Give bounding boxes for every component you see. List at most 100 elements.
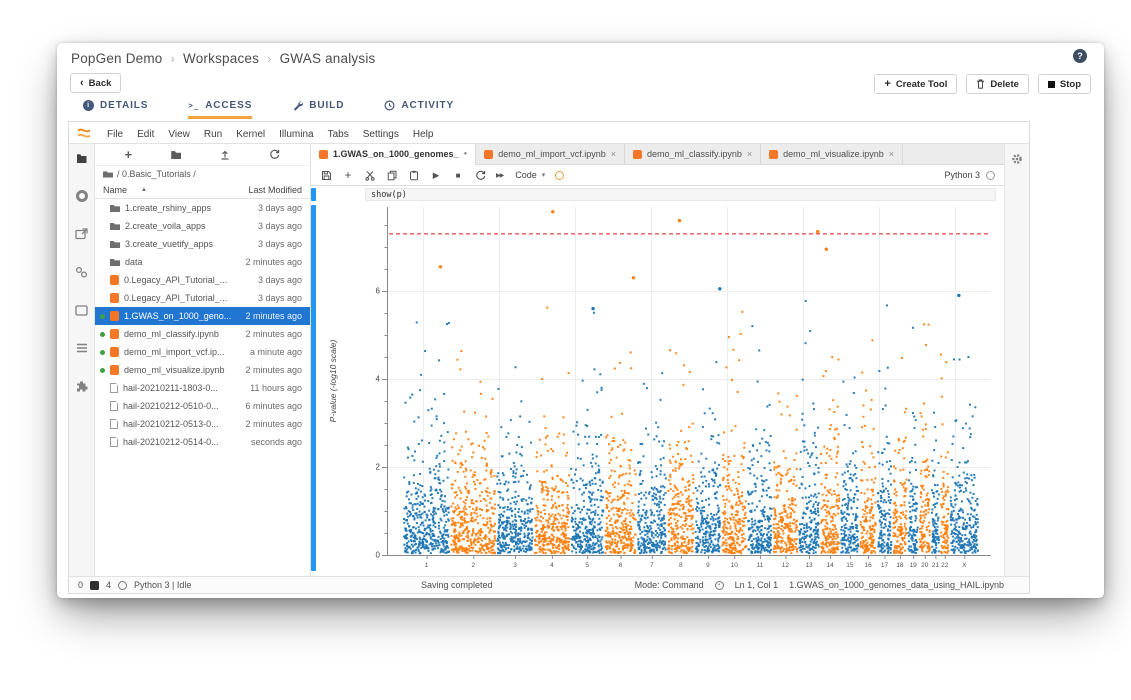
- refresh-icon[interactable]: [269, 149, 280, 160]
- file-name: demo_ml_classify.ipynb: [124, 329, 240, 339]
- notebook-icon: [110, 311, 119, 321]
- menu-item-edit[interactable]: Edit: [130, 129, 161, 140]
- cut-cells-icon[interactable]: [364, 169, 376, 181]
- breadcrumb-item[interactable]: PopGen Demo: [71, 51, 163, 66]
- manhattan-plot[interactable]: [323, 203, 999, 576]
- menu-item-illumina[interactable]: Illumina: [272, 129, 320, 140]
- interrupt-kernel-icon[interactable]: ■: [452, 169, 464, 181]
- running-kernels-icon[interactable]: [74, 188, 90, 204]
- kernel-count[interactable]: 4: [106, 580, 111, 590]
- back-button[interactable]: ‹ Back: [70, 73, 121, 93]
- menu-item-settings[interactable]: Settings: [356, 129, 406, 140]
- column-modified[interactable]: Last Modified: [248, 185, 302, 195]
- file-row[interactable]: demo_ml_visualize.ipynb2 minutes ago: [95, 361, 310, 379]
- new-folder-icon[interactable]: [171, 150, 181, 159]
- file-list: 1.create_rshiny_apps3 days ago2.create_v…: [95, 199, 310, 576]
- add-cell-icon[interactable]: +: [342, 169, 354, 181]
- running-dot-placeholder: [100, 440, 105, 445]
- menu-item-help[interactable]: Help: [406, 129, 441, 140]
- stop-square-icon: [1048, 81, 1055, 88]
- close-icon[interactable]: ×: [611, 149, 616, 159]
- status-left: 0 4 Python 3 | Idle: [69, 580, 191, 590]
- code-cell-input[interactable]: show(p): [365, 188, 996, 201]
- saving-status: Saving completed: [421, 580, 493, 590]
- kernel-circle-icon: [118, 581, 127, 590]
- file-browser-icon[interactable]: [74, 150, 90, 166]
- create-tool-button[interactable]: + Create Tool: [874, 74, 957, 94]
- menu-item-run[interactable]: Run: [197, 129, 229, 140]
- file-modified: a minute ago: [250, 347, 302, 357]
- column-name[interactable]: Name ▲: [103, 185, 147, 195]
- file-row[interactable]: hail-20210211-1803-0...11 hours ago: [95, 379, 310, 397]
- menu-item-view[interactable]: View: [161, 129, 197, 140]
- file-row[interactable]: hail-20210212-0514-0...seconds ago: [95, 433, 310, 451]
- file-row[interactable]: 1.create_rshiny_apps3 days ago: [95, 199, 310, 217]
- save-icon[interactable]: [320, 169, 332, 181]
- active-filename: 1.GWAS_on_1000_genomes_data_using_HAIL.i…: [789, 580, 1004, 590]
- copy-cells-icon[interactable]: [386, 169, 398, 181]
- file-browser-breadcrumb[interactable]: / 0.Basic_Tutorials /: [95, 166, 310, 182]
- mode-indicator[interactable]: Mode: Command: [635, 580, 704, 590]
- file-name: 2.create_voila_apps: [125, 221, 253, 231]
- file-row[interactable]: 2.create_voila_apps3 days ago: [95, 217, 310, 235]
- file-row[interactable]: 1.GWAS_on_1000_geno...2 minutes ago: [95, 307, 310, 325]
- paste-cells-icon[interactable]: [408, 169, 420, 181]
- file-row[interactable]: 0.Legacy_API_Tutorial_...3 days ago: [95, 289, 310, 307]
- selected-cell-bar[interactable]: [311, 188, 316, 201]
- file-modified: 3 days ago: [258, 203, 302, 213]
- cell-type-dropdown[interactable]: Code ▾: [515, 170, 545, 180]
- kernel-status-icon: [986, 171, 995, 180]
- table-of-contents-icon[interactable]: [74, 340, 90, 356]
- breadcrumb-item[interactable]: Workspaces: [183, 51, 259, 66]
- menu-item-file[interactable]: File: [100, 129, 130, 140]
- restart-kernel-icon[interactable]: [474, 169, 486, 181]
- terminal-count[interactable]: 0: [78, 580, 83, 590]
- running-dot-placeholder: [100, 224, 105, 229]
- notebook-tab[interactable]: demo_ml_visualize.ipynb×: [761, 144, 903, 164]
- gear-icon[interactable]: [1009, 151, 1025, 167]
- tab-build[interactable]: BUILD: [292, 100, 344, 119]
- chevron-down-icon: ▾: [542, 171, 546, 179]
- kernel-name[interactable]: Python 3: [944, 170, 980, 180]
- run-all-icon[interactable]: ▶▶: [496, 169, 503, 181]
- property-inspector-icon[interactable]: [74, 264, 90, 280]
- file-name: hail-20210211-1803-0...: [123, 383, 245, 393]
- file-row[interactable]: 3.create_vuetify_apps3 days ago: [95, 235, 310, 253]
- tab-details[interactable]: i DETAILS: [83, 100, 148, 119]
- kernel-status-text[interactable]: Python 3 | Idle: [134, 580, 191, 590]
- extension-manager-icon[interactable]: [74, 378, 90, 394]
- file-row[interactable]: demo_ml_import_vcf.ip...a minute ago: [95, 343, 310, 361]
- launcher-icon[interactable]: [74, 226, 90, 242]
- close-icon[interactable]: ×: [747, 149, 752, 159]
- help-icon[interactable]: ?: [1073, 49, 1087, 63]
- close-icon[interactable]: ×: [889, 149, 894, 159]
- delete-button[interactable]: Delete: [966, 74, 1029, 94]
- file-row[interactable]: hail-20210212-0510-0...6 minutes ago: [95, 397, 310, 415]
- notebook-tab-label: demo_ml_import_vcf.ipynb: [498, 149, 606, 159]
- file-name: 0.Legacy_API_Tutorial_...: [124, 275, 253, 285]
- run-cell-icon[interactable]: ▶: [430, 169, 442, 181]
- tab-access[interactable]: >_ ACCESS: [188, 100, 252, 119]
- stop-button[interactable]: Stop: [1038, 74, 1091, 94]
- file-row[interactable]: hail-20210212-0513-0...2 minutes ago: [95, 415, 310, 433]
- left-sidebar-strip: [69, 144, 95, 576]
- file-name: hail-20210212-0510-0...: [123, 401, 240, 411]
- menu-item-kernel[interactable]: Kernel: [229, 129, 272, 140]
- notebook-tab[interactable]: demo_ml_classify.ipynb×: [625, 144, 761, 164]
- cursor-position[interactable]: Ln 1, Col 1: [735, 580, 779, 590]
- file-row[interactable]: data2 minutes ago: [95, 253, 310, 271]
- file-row[interactable]: 0.Legacy_API_Tutorial_...3 days ago: [95, 271, 310, 289]
- menu-item-tabs[interactable]: Tabs: [321, 129, 356, 140]
- notebook-icon: [633, 150, 642, 159]
- file-row[interactable]: demo_ml_classify.ipynb2 minutes ago: [95, 325, 310, 343]
- tab-activity[interactable]: ACTIVITY: [384, 100, 454, 119]
- unsaved-dot-icon[interactable]: ●: [464, 151, 468, 157]
- running-dot-placeholder: [100, 242, 105, 247]
- notebook-tab[interactable]: 1.GWAS_on_1000_genomes_●: [311, 144, 476, 165]
- open-tabs-icon[interactable]: [74, 302, 90, 318]
- upload-icon[interactable]: [220, 150, 230, 160]
- selected-cell-output-bar[interactable]: [311, 205, 316, 571]
- notebook-tab[interactable]: demo_ml_import_vcf.ipynb ×: [476, 144, 625, 164]
- new-launcher-icon[interactable]: +: [125, 147, 133, 162]
- tab-build-label: BUILD: [309, 100, 344, 111]
